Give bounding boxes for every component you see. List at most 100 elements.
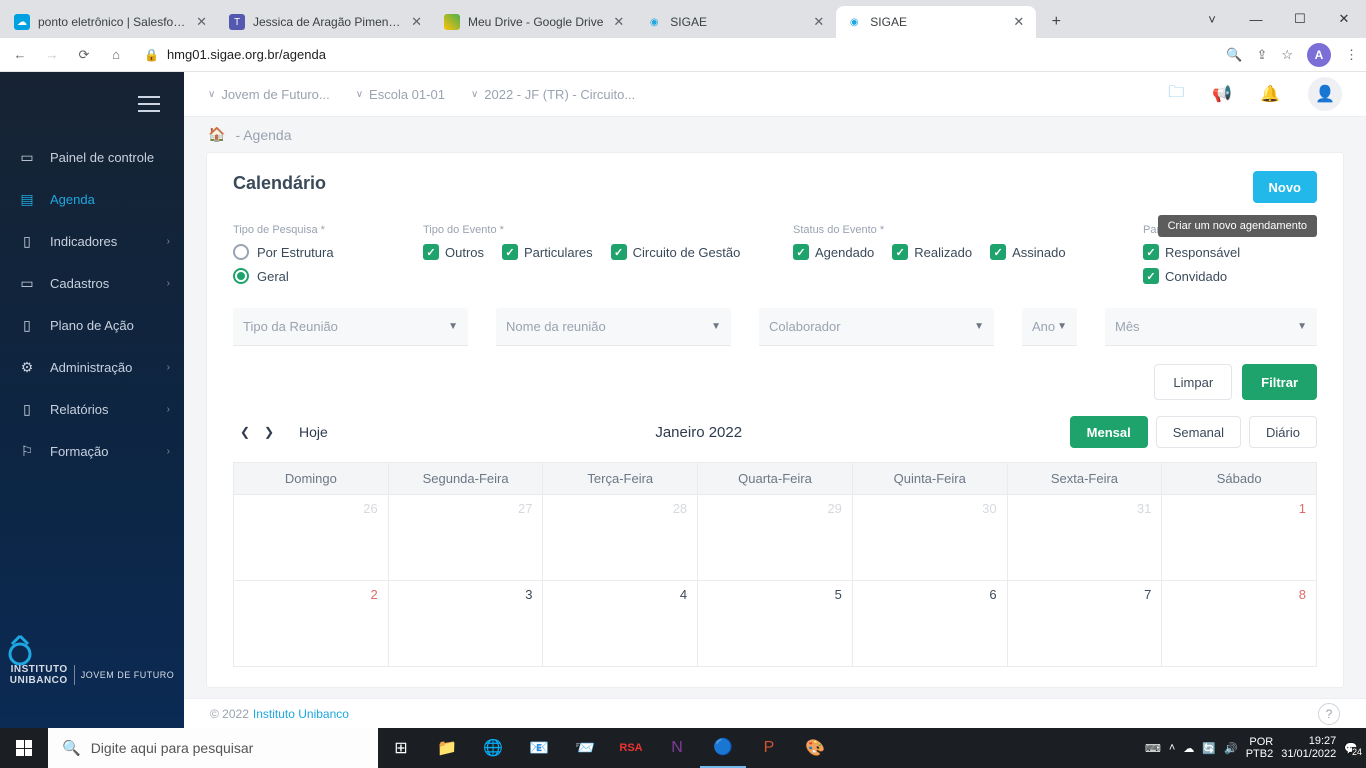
- lang-line2[interactable]: PTB2: [1246, 748, 1274, 760]
- edge-icon[interactable]: 🌐: [470, 728, 516, 768]
- check-convidado[interactable]: ✓Convidado: [1143, 268, 1240, 284]
- radio-por-estrutura[interactable]: Por Estrutura: [233, 244, 383, 260]
- select-mes[interactable]: Mês▼: [1105, 308, 1317, 346]
- action-center-icon[interactable]: 💬24: [1344, 742, 1358, 755]
- calendar-cell[interactable]: 26: [234, 494, 388, 580]
- close-window-icon[interactable]: ✕: [1322, 0, 1366, 38]
- megaphone-icon[interactable]: 📢: [1212, 84, 1232, 104]
- calendar-cell[interactable]: 2: [234, 580, 388, 666]
- lang-line1[interactable]: POR: [1249, 736, 1273, 748]
- check-particulares[interactable]: ✓Particulares: [502, 244, 593, 260]
- close-icon[interactable]: ✕: [811, 14, 826, 30]
- sidebar-item-indicadores[interactable]: ▯ Indicadores ›: [0, 220, 184, 262]
- select-ano[interactable]: Ano▼: [1022, 308, 1077, 346]
- browser-tab-0[interactable]: ☁ ponto eletrônico | Salesforce ✕: [4, 6, 219, 38]
- calendar-cell[interactable]: 30: [852, 494, 1007, 580]
- today-button[interactable]: Hoje: [299, 424, 328, 440]
- sidebar-item-cadastros[interactable]: ▭ Cadastros ›: [0, 262, 184, 304]
- sidebar-item-relatorios[interactable]: ▯ Relatórios ›: [0, 388, 184, 430]
- task-view-icon[interactable]: ⊞: [378, 728, 424, 768]
- close-icon[interactable]: ✕: [409, 14, 424, 30]
- context-crumb-3[interactable]: ∨2022 - JF (TR) - Circuito...: [471, 87, 635, 102]
- calendar-cell[interactable]: 4: [542, 580, 697, 666]
- sidebar-item-formacao[interactable]: ⚐ Formação ›: [0, 430, 184, 472]
- rsa-icon[interactable]: RSA: [608, 728, 654, 768]
- calendar-cell[interactable]: 27: [388, 494, 543, 580]
- footer-link[interactable]: Instituto Unibanco: [253, 707, 349, 721]
- menu-icon[interactable]: ⋮: [1345, 47, 1358, 63]
- calendar-cell[interactable]: 31: [1007, 494, 1162, 580]
- check-assinado[interactable]: ✓Assinado: [990, 244, 1065, 260]
- select-colaborador[interactable]: Colaborador▼: [759, 308, 994, 346]
- context-crumb-1[interactable]: ∨Jovem de Futuro...: [208, 87, 330, 102]
- share-icon[interactable]: ⇪: [1256, 47, 1267, 63]
- bell-icon[interactable]: 🔔: [1260, 84, 1280, 104]
- check-circuito[interactable]: ✓Circuito de Gestão: [611, 244, 741, 260]
- prev-month-icon[interactable]: ❮: [233, 425, 257, 439]
- view-month-button[interactable]: Mensal: [1070, 416, 1148, 448]
- back-icon[interactable]: ←: [8, 43, 32, 67]
- new-button[interactable]: Novo: [1253, 171, 1318, 203]
- outlook-icon[interactable]: 📨: [562, 728, 608, 768]
- home-icon[interactable]: 🏠: [208, 126, 225, 143]
- tray-onedrive-icon[interactable]: ☁: [1183, 742, 1194, 755]
- home-icon[interactable]: ⌂: [104, 43, 128, 67]
- select-nome-reuniao[interactable]: Nome da reunião▼: [496, 308, 731, 346]
- profile-avatar[interactable]: A: [1307, 43, 1331, 67]
- clear-button[interactable]: Limpar: [1154, 364, 1232, 400]
- calendar-cell[interactable]: 3: [388, 580, 543, 666]
- close-icon[interactable]: ✕: [611, 14, 626, 30]
- onenote-icon[interactable]: N: [654, 728, 700, 768]
- calendar-cell[interactable]: 1: [1161, 494, 1316, 580]
- chrome-icon[interactable]: 🔵: [700, 728, 746, 768]
- tray-keyboard-icon[interactable]: ⌨: [1145, 742, 1161, 755]
- calendar-cell[interactable]: 6: [852, 580, 1007, 666]
- browser-tab-1[interactable]: T Jessica de Aragão Pimenta | T ✕: [219, 6, 434, 38]
- check-realizado[interactable]: ✓Realizado: [892, 244, 972, 260]
- tray-sync-icon[interactable]: 🔄: [1202, 742, 1216, 755]
- check-responsavel[interactable]: ✓Responsável: [1143, 244, 1240, 260]
- sidebar-item-admin[interactable]: ⚙ Administração ›: [0, 346, 184, 388]
- radio-geral[interactable]: Geral: [233, 268, 383, 284]
- powerpoint-icon[interactable]: P: [746, 728, 792, 768]
- browser-tab-3[interactable]: ◉ SIGAE ✕: [636, 6, 836, 38]
- browser-tab-2[interactable]: Meu Drive - Google Drive ✕: [434, 6, 636, 38]
- check-outros[interactable]: ✓Outros: [423, 244, 484, 260]
- help-icon[interactable]: ?: [1318, 703, 1340, 725]
- view-week-button[interactable]: Semanal: [1156, 416, 1241, 448]
- filter-button[interactable]: Filtrar: [1242, 364, 1317, 400]
- browser-tab-4[interactable]: ◉ SIGAE ✕: [836, 6, 1036, 38]
- tray-volume-icon[interactable]: 🔊: [1224, 742, 1238, 755]
- taskbar-clock[interactable]: 19:27 31/01/2022: [1281, 735, 1336, 761]
- close-icon[interactable]: ✕: [1011, 14, 1026, 30]
- address-bar[interactable]: 🔒 hmg01.sigae.org.br/agenda: [136, 47, 1218, 62]
- calendar-cell[interactable]: 7: [1007, 580, 1162, 666]
- mail-icon[interactable]: 📧: [516, 728, 562, 768]
- search-icon[interactable]: 🔍: [1226, 47, 1242, 63]
- folder-icon[interactable]: 🗀: [1168, 81, 1184, 108]
- next-month-icon[interactable]: ❯: [257, 425, 281, 439]
- view-day-button[interactable]: Diário: [1249, 416, 1317, 448]
- minimize-icon[interactable]: —: [1234, 0, 1278, 38]
- sidebar-toggle[interactable]: [0, 72, 184, 136]
- chevron-down-icon[interactable]: ˅: [1190, 0, 1234, 38]
- star-icon[interactable]: ☆: [1281, 47, 1293, 63]
- paint-icon[interactable]: 🎨: [792, 728, 838, 768]
- maximize-icon[interactable]: ☐: [1278, 0, 1322, 38]
- new-tab-button[interactable]: +: [1042, 8, 1070, 36]
- user-avatar[interactable]: 👤: [1308, 77, 1342, 111]
- taskbar-search[interactable]: 🔍 Digite aqui para pesquisar: [48, 728, 378, 768]
- sidebar-item-painel[interactable]: ▭ Painel de controle: [0, 136, 184, 178]
- forward-icon[interactable]: →: [40, 43, 64, 67]
- explorer-icon[interactable]: 📁: [424, 728, 470, 768]
- calendar-cell[interactable]: 29: [697, 494, 852, 580]
- calendar-cell[interactable]: 8: [1161, 580, 1316, 666]
- sidebar-item-agenda[interactable]: ▤ Agenda: [0, 178, 184, 220]
- tray-chevron-icon[interactable]: ˄: [1169, 742, 1175, 754]
- select-tipo-reuniao[interactable]: Tipo da Reunião▼: [233, 308, 468, 346]
- context-crumb-2[interactable]: ∨Escola 01-01: [356, 87, 445, 102]
- sidebar-item-plano[interactable]: ▯ Plano de Ação: [0, 304, 184, 346]
- calendar-cell[interactable]: 5: [697, 580, 852, 666]
- calendar-cell[interactable]: 28: [542, 494, 697, 580]
- check-agendado[interactable]: ✓Agendado: [793, 244, 874, 260]
